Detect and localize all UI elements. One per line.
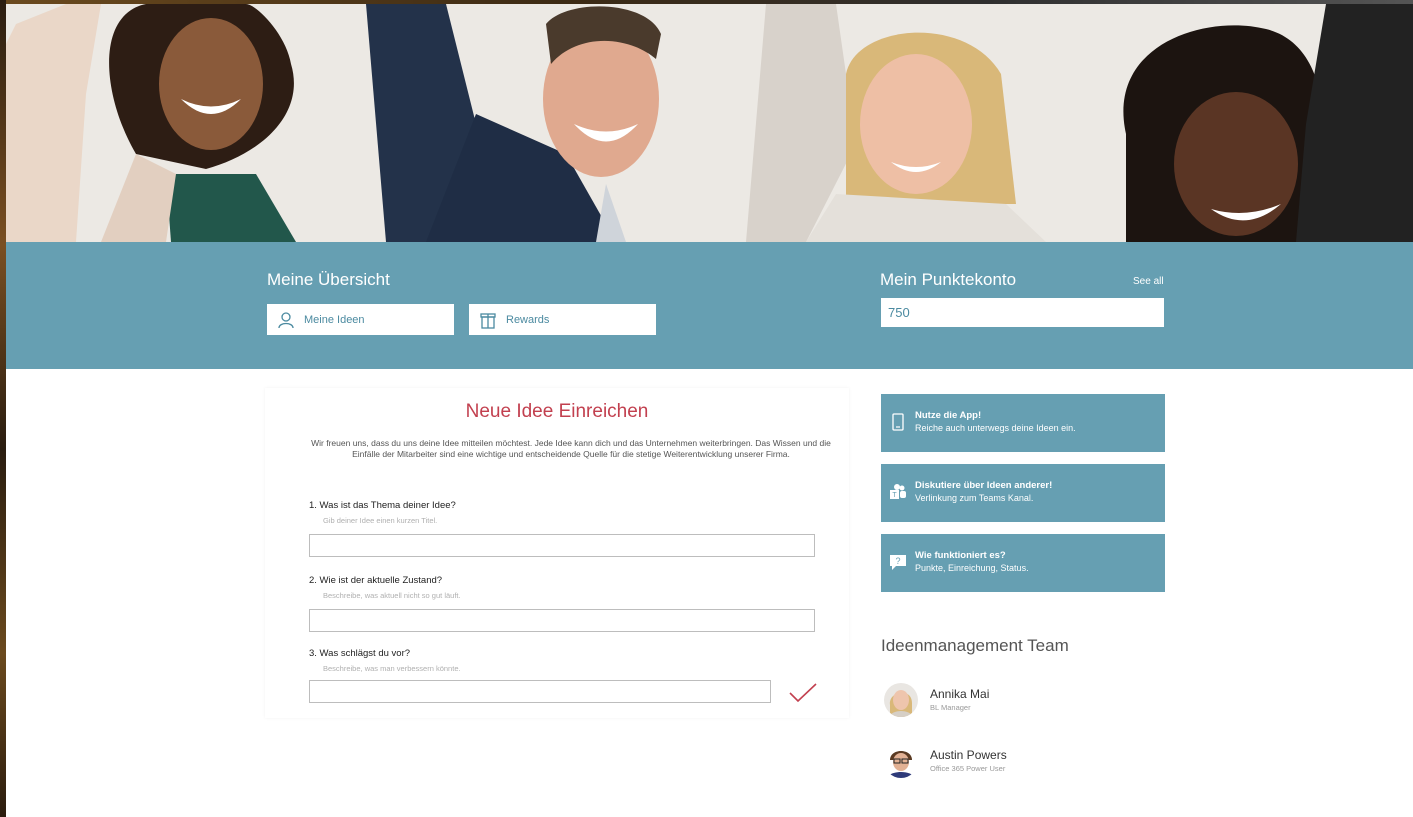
teams-icon: T xyxy=(889,482,907,502)
form-title: Neue Idee Einreichen xyxy=(465,401,649,422)
nav-button-label: Rewards xyxy=(506,313,550,326)
points-title: Mein Punktekonto xyxy=(880,270,1017,289)
question-2-label: 2. Wie ist der aktuelle Zustand? xyxy=(309,575,443,586)
question-1-hint: Gib deiner Idee einen kurzen Titel. xyxy=(323,516,438,525)
question-3-input[interactable] xyxy=(309,680,771,703)
overview-band: Meine Übersicht Meine Ideen Rewards Mein… xyxy=(6,242,1413,369)
member-name: Austin Powers xyxy=(930,748,1007,762)
checkmark-icon[interactable] xyxy=(788,682,818,704)
member-name: Annika Mai xyxy=(930,687,990,701)
avatar xyxy=(884,744,918,778)
tile-subtitle: Punkte, Einreichung, Status. xyxy=(915,563,1029,573)
phone-icon xyxy=(889,412,907,432)
member-role: Office 365 Power User xyxy=(930,764,1006,773)
person-icon xyxy=(277,311,295,329)
tile-title: Nutze die App! xyxy=(915,410,982,421)
avatar xyxy=(884,683,918,717)
tile-how-it-works[interactable]: ? Wie funktioniert es? Punkte, Einreichu… xyxy=(881,534,1165,592)
tile-teams[interactable]: T Diskutiere über Ideen anderer! Verlink… xyxy=(881,464,1165,522)
overview-title: Meine Übersicht xyxy=(267,270,390,289)
gift-icon xyxy=(479,311,497,329)
question-1-label: 1. Was ist das Thema deiner Idee? xyxy=(309,500,456,511)
nav-button-meine-ideen[interactable]: Meine Ideen xyxy=(267,304,454,335)
svg-text:?: ? xyxy=(895,556,900,566)
nav-button-label: Meine Ideen xyxy=(304,313,365,326)
team-member[interactable]: Austin Powers Office 365 Power User xyxy=(884,744,1144,782)
tile-app[interactable]: Nutze die App! Reiche auch unterwegs dei… xyxy=(881,394,1165,452)
tile-subtitle: Verlinkung zum Teams Kanal. xyxy=(915,493,1034,503)
tile-title: Wie funktioniert es? xyxy=(915,550,1006,561)
nav-button-rewards[interactable]: Rewards xyxy=(469,304,656,335)
question-3-label: 3. Was schlägst du vor? xyxy=(309,648,411,659)
member-role: BL Manager xyxy=(930,703,971,712)
svg-text:T: T xyxy=(892,492,897,499)
tile-subtitle: Reiche auch unterwegs deine Ideen ein. xyxy=(915,423,1076,433)
tile-title: Diskutiere über Ideen anderer! xyxy=(915,480,1053,491)
team-title: Ideenmanagement Team xyxy=(881,636,1069,655)
chat-question-icon: ? xyxy=(889,552,907,572)
question-1-input[interactable] xyxy=(309,534,815,557)
question-2-hint: Beschreibe, was aktuell nicht so gut läu… xyxy=(323,591,461,600)
question-3-hint: Beschreibe, was man verbessern könnte. xyxy=(323,664,461,673)
team-member[interactable]: Annika Mai BL Manager xyxy=(884,683,1144,721)
form-intro-text: Wir freuen uns, dass du uns deine Idee m… xyxy=(311,438,831,459)
points-value: 750 xyxy=(881,298,1164,327)
hero-banner-image xyxy=(6,4,1413,242)
see-all-link[interactable]: See all xyxy=(1133,276,1164,287)
question-2-input[interactable] xyxy=(309,609,815,632)
